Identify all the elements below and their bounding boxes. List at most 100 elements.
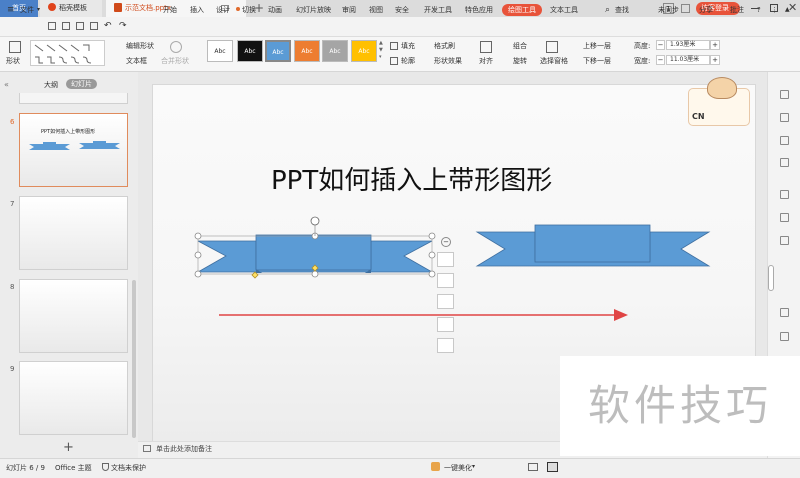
shape-effect-button[interactable]: 形状效果 <box>434 56 462 66</box>
style-gallery-scroll[interactable]: ▲ ▼ ▾ <box>379 40 385 62</box>
menu-search[interactable]: 查找 <box>615 0 629 20</box>
thumb-ribbon-shapes <box>29 141 120 150</box>
sidebar-copy-icon[interactable] <box>780 113 789 122</box>
menu-tab-start[interactable]: 开始 <box>163 0 177 20</box>
sidebar-scrollbar[interactable] <box>768 265 774 291</box>
menu-tab-drawing-tools[interactable]: 绘图工具 <box>502 4 542 16</box>
menu-file[interactable]: 文件 <box>20 0 34 20</box>
menu-tab-review[interactable]: 审阅 <box>342 0 356 20</box>
add-slide-button[interactable]: + <box>63 440 74 455</box>
style-preset-4[interactable]: Abc <box>294 40 320 62</box>
height-increment[interactable]: + <box>710 40 720 50</box>
style-preset-6[interactable]: Abc <box>351 40 377 62</box>
notes-placeholder[interactable]: 单击此处添加备注 <box>156 444 212 454</box>
menu-tab-slideshow[interactable]: 幻灯片放映 <box>296 0 331 20</box>
fill-button[interactable]: 填充 <box>401 41 415 51</box>
rotate-button[interactable]: 旋转 <box>513 56 527 66</box>
shape-fill-icon[interactable] <box>437 294 454 309</box>
sidebar-shape-icon[interactable] <box>780 158 789 167</box>
ribbon-shape-right[interactable] <box>475 224 711 267</box>
status-protect[interactable]: 文档未保护 <box>111 463 146 473</box>
menu-tab-insert[interactable]: 插入 <box>190 0 204 20</box>
more-icon[interactable]: ⋮ <box>771 0 778 20</box>
menu-tab-features[interactable]: 特色应用 <box>465 0 493 20</box>
textbox-button[interactable]: 文本框 <box>126 56 147 66</box>
normal-view-icon[interactable] <box>547 462 558 472</box>
help-icon[interactable]: ? <box>757 0 761 20</box>
beautify-dropdown-icon[interactable]: ▾ <box>472 463 475 470</box>
shapes-gallery-icon[interactable] <box>9 41 21 53</box>
notes-toggle-icon[interactable] <box>528 463 538 471</box>
hamburger-icon[interactable]: ≡ <box>7 0 15 20</box>
export-pdf-icon[interactable] <box>62 22 70 30</box>
shape-button[interactable]: 形状 <box>6 56 20 66</box>
menu-tab-developer[interactable]: 开发工具 <box>424 0 452 20</box>
beautify-icon <box>431 462 440 471</box>
width-increment[interactable]: + <box>710 55 720 65</box>
beautify-button[interactable]: 一键美化 <box>444 463 472 473</box>
floating-collapse-icon[interactable]: − <box>441 237 451 247</box>
style-preset-1[interactable]: Abc <box>207 40 233 62</box>
menu-tab-security[interactable]: 安全 <box>395 0 409 20</box>
outline-button[interactable]: 轮廓 <box>401 56 415 66</box>
style-preset-2[interactable]: Abc <box>237 40 263 62</box>
file-dropdown-icon[interactable]: ▾ <box>37 0 40 20</box>
layer-icon[interactable] <box>437 252 454 267</box>
format-brush-button[interactable]: 格式刷 <box>434 41 455 51</box>
height-decrement[interactable]: − <box>656 40 665 50</box>
sidebar-cursor-icon[interactable] <box>780 90 789 99</box>
edit-shape-button[interactable]: 编辑形状 <box>126 41 154 51</box>
menu-tab-text-tools[interactable]: 文本工具 <box>550 0 578 20</box>
slide-thumbnail-9[interactable] <box>19 361 128 435</box>
menu-tab-view[interactable]: 视图 <box>369 0 383 20</box>
sidebar-style-icon[interactable] <box>780 136 789 145</box>
menu-tab-animation[interactable]: 动画 <box>268 0 282 20</box>
undo-icon[interactable]: ↶ <box>104 22 113 32</box>
menu-tab-design[interactable]: 设计 <box>216 0 230 20</box>
selection-pane-button[interactable]: 选择窗格 <box>540 56 568 66</box>
panel-tab-slides[interactable]: 幻灯片 <box>66 79 97 89</box>
menu-comment[interactable]: 批注 <box>730 0 744 20</box>
save-icon[interactable] <box>48 22 56 30</box>
tab-template[interactable]: 稻壳模板 <box>40 0 102 17</box>
shape-outline-icon[interactable] <box>437 317 454 332</box>
width-label: 宽度: <box>634 57 651 65</box>
slide-thumbnail-7[interactable] <box>19 196 128 270</box>
style-preset-3[interactable]: Abc <box>265 40 291 62</box>
merge-shape-button[interactable]: 合并形状 <box>161 56 189 66</box>
grid-icon[interactable] <box>681 4 690 13</box>
slide-thumbnail-6[interactable]: PPT如何插入上带形图形 <box>19 113 128 187</box>
bring-forward-button[interactable]: 上移一层 <box>583 41 611 51</box>
send-backward-button[interactable]: 下移一层 <box>583 56 611 66</box>
line-shapes-gallery[interactable] <box>30 40 105 66</box>
panel-scrollbar[interactable] <box>132 280 136 438</box>
thumb-number: 8 <box>10 283 15 291</box>
status-theme[interactable]: Office 主题 <box>55 463 92 473</box>
group-button[interactable]: 组合 <box>513 41 527 51</box>
align-button[interactable]: 对齐 <box>479 56 493 66</box>
sidebar-settings-icon[interactable] <box>780 308 789 317</box>
sidebar-chart-icon[interactable] <box>780 213 789 222</box>
red-arrow[interactable] <box>219 309 628 321</box>
sidebar-table-icon[interactable] <box>780 236 789 245</box>
width-decrement[interactable]: − <box>656 55 665 65</box>
panel-tab-outline[interactable]: 大纲 <box>44 80 58 90</box>
layout-options-icon[interactable] <box>437 338 454 353</box>
collapse-ribbon-icon[interactable]: ▲ <box>785 0 790 20</box>
collapse-panel-icon[interactable]: « <box>4 80 9 89</box>
style-preset-5[interactable]: Abc <box>322 40 348 62</box>
print-preview-icon[interactable] <box>90 22 98 30</box>
sidebar-image-icon[interactable] <box>780 190 789 199</box>
menu-sync[interactable]: 未同步 <box>658 0 679 20</box>
menu-tab-transition[interactable]: 切换 <box>242 0 256 20</box>
height-input[interactable]: 1.93厘米 <box>666 40 710 50</box>
menu-share[interactable]: 分享 <box>699 0 713 20</box>
redo-icon[interactable]: ↷ <box>119 22 128 32</box>
width-input[interactable]: 11.03厘米 <box>666 55 710 65</box>
height-label: 高度: <box>634 42 651 50</box>
search-icon[interactable]: ⌕ <box>605 0 610 20</box>
sidebar-help-icon[interactable] <box>780 332 789 341</box>
print-icon[interactable] <box>76 22 84 30</box>
slide-thumbnail-8[interactable] <box>19 279 128 353</box>
pencil-icon[interactable] <box>437 273 454 288</box>
